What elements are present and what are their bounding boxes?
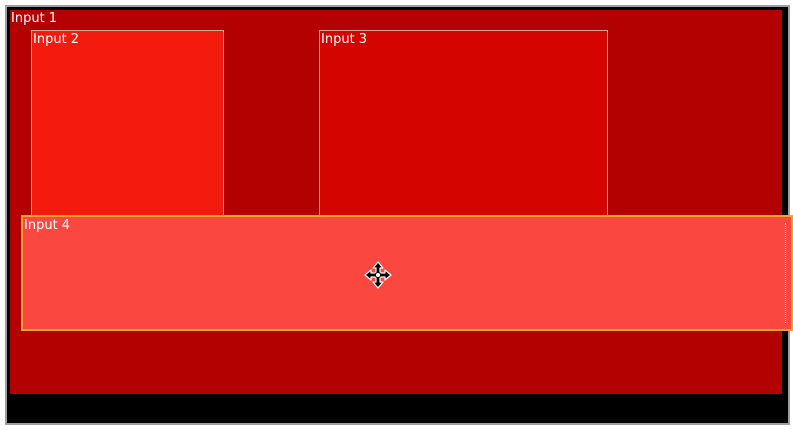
input-2-label: Input 2 xyxy=(33,32,80,47)
move-cursor-icon xyxy=(364,261,392,289)
layout-canvas[interactable]: Input 1 Input 2 Input 3 Input 4 xyxy=(5,5,793,425)
input-3-layer[interactable]: Input 3 xyxy=(319,30,608,216)
input-2-layer[interactable]: Input 2 xyxy=(31,30,224,216)
input-4-layer-selected[interactable]: Input 4 xyxy=(21,215,793,331)
input-1-label: Input 1 xyxy=(11,11,58,26)
input-1-layer[interactable]: Input 1 Input 2 Input 3 Input 4 xyxy=(10,10,793,394)
input-4-label: Input 4 xyxy=(24,218,71,233)
input-3-label: Input 3 xyxy=(321,32,368,47)
